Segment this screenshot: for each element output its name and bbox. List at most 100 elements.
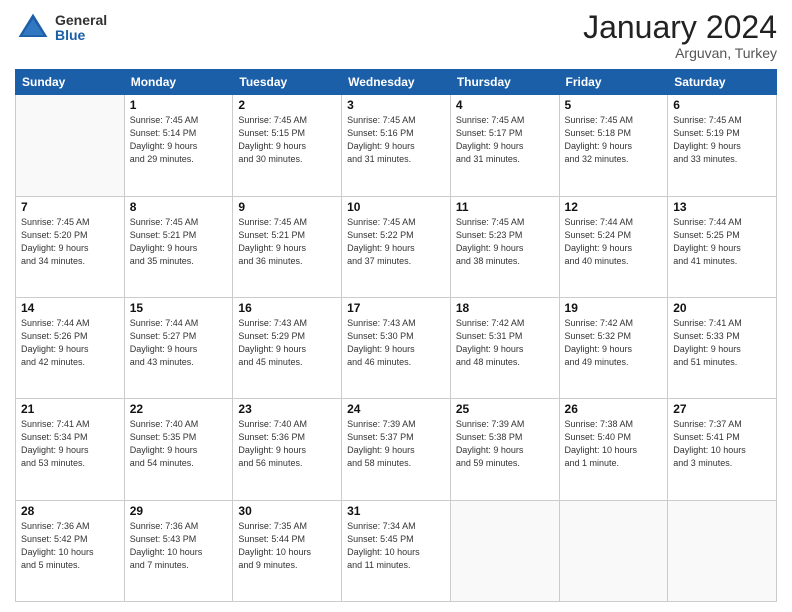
day-number: 7	[21, 200, 119, 214]
day-number: 27	[673, 402, 771, 416]
day-info: Sunrise: 7:40 AMSunset: 5:35 PMDaylight:…	[130, 418, 228, 470]
day-info: Sunrise: 7:45 AMSunset: 5:22 PMDaylight:…	[347, 216, 445, 268]
day-number: 13	[673, 200, 771, 214]
col-sunday: Sunday	[16, 70, 125, 95]
logo-icon	[15, 10, 51, 46]
calendar-cell: 18 Sunrise: 7:42 AMSunset: 5:31 PMDayligh…	[450, 297, 559, 398]
day-number: 18	[456, 301, 554, 315]
day-number: 10	[347, 200, 445, 214]
calendar-header: Sunday Monday Tuesday Wednesday Thursday…	[16, 70, 777, 95]
day-info: Sunrise: 7:44 AMSunset: 5:26 PMDaylight:…	[21, 317, 119, 369]
day-number: 26	[565, 402, 663, 416]
day-number: 30	[238, 504, 336, 518]
day-number: 19	[565, 301, 663, 315]
day-info: Sunrise: 7:42 AMSunset: 5:31 PMDaylight:…	[456, 317, 554, 369]
calendar-cell: 28Sunrise: 7:36 AMSunset: 5:42 PMDayligh…	[16, 500, 125, 601]
calendar-cell: 10 Sunrise: 7:45 AMSunset: 5:22 PMDayligh…	[342, 196, 451, 297]
col-friday: Friday	[559, 70, 668, 95]
location: Arguvan, Turkey	[583, 45, 777, 61]
calendar-cell: 21 Sunrise: 7:41 AMSunset: 5:34 PMDayligh…	[16, 399, 125, 500]
calendar-cell: 19Sunrise: 7:42 AMSunset: 5:32 PMDayligh…	[559, 297, 668, 398]
day-info: Sunrise: 7:45 AMSunset: 5:15 PMDaylight:…	[238, 114, 336, 166]
day-number: 9	[238, 200, 336, 214]
week-row-4: 21 Sunrise: 7:41 AMSunset: 5:34 PMDayligh…	[16, 399, 777, 500]
month-title: January 2024	[583, 10, 777, 45]
calendar-cell: 23 Sunrise: 7:40 AMSunset: 5:36 PMDayligh…	[233, 399, 342, 500]
calendar-cell: 30 Sunrise: 7:35 AMSunset: 5:44 PMDayligh…	[233, 500, 342, 601]
day-number: 23	[238, 402, 336, 416]
week-row-5: 28Sunrise: 7:36 AMSunset: 5:42 PMDayligh…	[16, 500, 777, 601]
day-number: 3	[347, 98, 445, 112]
day-info: Sunrise: 7:45 AMSunset: 5:16 PMDaylight:…	[347, 114, 445, 166]
col-saturday: Saturday	[668, 70, 777, 95]
page: General Blue January 2024 Arguvan, Turke…	[0, 0, 792, 612]
day-info: Sunrise: 7:40 AMSunset: 5:36 PMDaylight:…	[238, 418, 336, 470]
day-number: 12	[565, 200, 663, 214]
day-info: Sunrise: 7:45 AMSunset: 5:20 PMDaylight:…	[21, 216, 119, 268]
day-info: Sunrise: 7:36 AMSunset: 5:43 PMDaylight:…	[130, 520, 228, 572]
day-info: Sunrise: 7:34 AMSunset: 5:45 PMDaylight:…	[347, 520, 445, 572]
calendar-cell: 11 Sunrise: 7:45 AMSunset: 5:23 PMDayligh…	[450, 196, 559, 297]
calendar-cell: 2 Sunrise: 7:45 AMSunset: 5:15 PMDaylight…	[233, 95, 342, 196]
day-number: 24	[347, 402, 445, 416]
day-number: 22	[130, 402, 228, 416]
calendar-cell: 7 Sunrise: 7:45 AMSunset: 5:20 PMDaylight…	[16, 196, 125, 297]
day-info: Sunrise: 7:45 AMSunset: 5:19 PMDaylight:…	[673, 114, 771, 166]
calendar-cell: 17Sunrise: 7:43 AMSunset: 5:30 PMDayligh…	[342, 297, 451, 398]
day-info: Sunrise: 7:38 AMSunset: 5:40 PMDaylight:…	[565, 418, 663, 470]
day-info: Sunrise: 7:45 AMSunset: 5:18 PMDaylight:…	[565, 114, 663, 166]
calendar-cell: 8Sunrise: 7:45 AMSunset: 5:21 PMDaylight…	[124, 196, 233, 297]
day-info: Sunrise: 7:45 AMSunset: 5:23 PMDaylight:…	[456, 216, 554, 268]
day-number: 1	[130, 98, 228, 112]
day-info: Sunrise: 7:44 AMSunset: 5:25 PMDaylight:…	[673, 216, 771, 268]
day-number: 20	[673, 301, 771, 315]
day-info: Sunrise: 7:36 AMSunset: 5:42 PMDaylight:…	[21, 520, 119, 572]
day-number: 31	[347, 504, 445, 518]
calendar: Sunday Monday Tuesday Wednesday Thursday…	[15, 69, 777, 602]
day-number: 2	[238, 98, 336, 112]
day-number: 16	[238, 301, 336, 315]
calendar-cell: 15Sunrise: 7:44 AMSunset: 5:27 PMDayligh…	[124, 297, 233, 398]
day-info: Sunrise: 7:45 AMSunset: 5:17 PMDaylight:…	[456, 114, 554, 166]
calendar-cell: 14 Sunrise: 7:44 AMSunset: 5:26 PMDayligh…	[16, 297, 125, 398]
day-number: 29	[130, 504, 228, 518]
col-tuesday: Tuesday	[233, 70, 342, 95]
header: General Blue January 2024 Arguvan, Turke…	[15, 10, 777, 61]
day-info: Sunrise: 7:39 AMSunset: 5:37 PMDaylight:…	[347, 418, 445, 470]
day-number: 6	[673, 98, 771, 112]
calendar-cell: 22 Sunrise: 7:40 AMSunset: 5:35 PMDayligh…	[124, 399, 233, 500]
day-info: Sunrise: 7:37 AMSunset: 5:41 PMDaylight:…	[673, 418, 771, 470]
day-number: 4	[456, 98, 554, 112]
header-row: Sunday Monday Tuesday Wednesday Thursday…	[16, 70, 777, 95]
day-info: Sunrise: 7:39 AMSunset: 5:38 PMDaylight:…	[456, 418, 554, 470]
day-info: Sunrise: 7:41 AMSunset: 5:34 PMDaylight:…	[21, 418, 119, 470]
col-monday: Monday	[124, 70, 233, 95]
day-info: Sunrise: 7:44 AMSunset: 5:24 PMDaylight:…	[565, 216, 663, 268]
day-info: Sunrise: 7:44 AMSunset: 5:27 PMDaylight:…	[130, 317, 228, 369]
day-info: Sunrise: 7:43 AMSunset: 5:29 PMDaylight:…	[238, 317, 336, 369]
day-info: Sunrise: 7:41 AMSunset: 5:33 PMDaylight:…	[673, 317, 771, 369]
day-info: Sunrise: 7:45 AMSunset: 5:21 PMDaylight:…	[238, 216, 336, 268]
day-info: Sunrise: 7:45 AMSunset: 5:14 PMDaylight:…	[130, 114, 228, 166]
day-number: 14	[21, 301, 119, 315]
calendar-cell: 4 Sunrise: 7:45 AMSunset: 5:17 PMDaylight…	[450, 95, 559, 196]
calendar-cell: 12 Sunrise: 7:44 AMSunset: 5:24 PMDayligh…	[559, 196, 668, 297]
logo-blue-text: Blue	[55, 28, 107, 43]
calendar-cell: 6 Sunrise: 7:45 AMSunset: 5:19 PMDaylight…	[668, 95, 777, 196]
calendar-cell: 20 Sunrise: 7:41 AMSunset: 5:33 PMDayligh…	[668, 297, 777, 398]
day-info: Sunrise: 7:35 AMSunset: 5:44 PMDaylight:…	[238, 520, 336, 572]
day-number: 8	[130, 200, 228, 214]
calendar-cell: 13 Sunrise: 7:44 AMSunset: 5:25 PMDayligh…	[668, 196, 777, 297]
calendar-cell: 5Sunrise: 7:45 AMSunset: 5:18 PMDaylight…	[559, 95, 668, 196]
day-number: 11	[456, 200, 554, 214]
col-wednesday: Wednesday	[342, 70, 451, 95]
logo-general-text: General	[55, 13, 107, 28]
calendar-cell: 26 Sunrise: 7:38 AMSunset: 5:40 PMDayligh…	[559, 399, 668, 500]
calendar-body: 1 Sunrise: 7:45 AMSunset: 5:14 PMDaylight…	[16, 95, 777, 602]
week-row-3: 14 Sunrise: 7:44 AMSunset: 5:26 PMDayligh…	[16, 297, 777, 398]
logo-text: General Blue	[55, 13, 107, 44]
calendar-cell: 25Sunrise: 7:39 AMSunset: 5:38 PMDayligh…	[450, 399, 559, 500]
calendar-cell: 31 Sunrise: 7:34 AMSunset: 5:45 PMDayligh…	[342, 500, 451, 601]
day-number: 21	[21, 402, 119, 416]
calendar-cell: 29 Sunrise: 7:36 AMSunset: 5:43 PMDayligh…	[124, 500, 233, 601]
